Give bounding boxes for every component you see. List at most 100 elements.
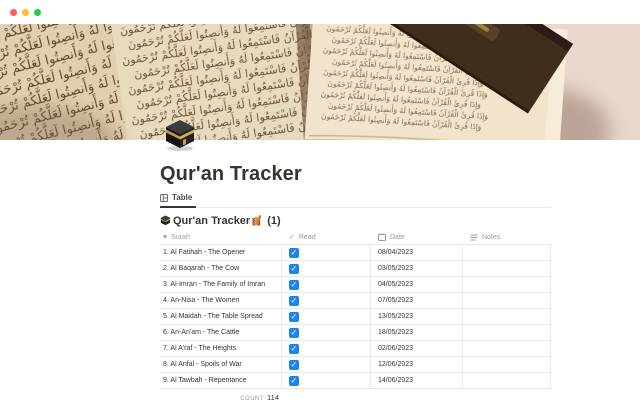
- tab-table-label: Table: [172, 193, 192, 202]
- browser-titlebar: [0, 0, 640, 24]
- read-checkbox[interactable]: ✓: [289, 360, 299, 370]
- date-value: 14/06/2023: [378, 377, 413, 384]
- surah-cell[interactable]: 5. Al Maidah - The Table Spread: [160, 309, 282, 324]
- notes-cell[interactable]: [463, 341, 551, 356]
- page-content: Qur'an Tracker Table Qur'an Tracker (1): [160, 140, 551, 405]
- notes-cell[interactable]: [463, 261, 551, 276]
- surah-title: 7. Al A'raf - The Heights: [163, 345, 236, 352]
- read-checkbox[interactable]: ✓: [289, 296, 299, 306]
- read-checkbox[interactable]: ✓: [289, 312, 299, 322]
- date-value: 04/05/2023: [378, 281, 413, 288]
- read-cell[interactable]: ✓: [282, 325, 371, 340]
- surah-cell[interactable]: 4. An-Nisa - The Women: [160, 293, 282, 308]
- date-cell[interactable]: 13/05/2023: [371, 309, 463, 324]
- calendar-icon: [378, 233, 386, 241]
- read-checkbox[interactable]: ✓: [289, 248, 299, 258]
- collection-count: (1): [267, 215, 280, 227]
- table-row[interactable]: 8. Al Anfal - Spoils of War ✓ 12/06/2023: [160, 357, 551, 373]
- minimize-window-button[interactable]: [22, 9, 29, 16]
- date-value: 13/05/2023: [378, 313, 413, 320]
- column-header-notes[interactable]: Notes: [463, 230, 551, 244]
- surah-title: 8. Al Anfal - Spoils of War: [163, 361, 242, 368]
- notes-cell[interactable]: [463, 373, 551, 388]
- date-value: 08/04/2023: [378, 249, 413, 256]
- surah-title: 5. Al Maidah - The Table Spread: [163, 313, 263, 320]
- surah-cell[interactable]: 8. Al Anfal - Spoils of War: [160, 357, 282, 372]
- read-cell[interactable]: ✓: [282, 373, 371, 388]
- read-checkbox[interactable]: ✓: [289, 264, 299, 274]
- table-body: 1. Al Fatihah - The Opener ✓ 08/04/2023 …: [160, 245, 551, 389]
- surah-cell[interactable]: 9. Al Tawbah - Repentance: [160, 373, 282, 388]
- table-footer-row: COUNT 114: [160, 389, 551, 405]
- collection-header: Qur'an Tracker (1): [160, 212, 551, 229]
- table-row[interactable]: 2. Al Baqarah - The Cow ✓ 03/05/2023: [160, 261, 551, 277]
- surah-cell[interactable]: 1. Al Fatihah - The Opener: [160, 245, 282, 260]
- table-row[interactable]: 1. Al Fatihah - The Opener ✓ 08/04/2023: [160, 245, 551, 261]
- read-checkbox[interactable]: ✓: [289, 328, 299, 338]
- date-cell[interactable]: 02/06/2023: [371, 341, 463, 356]
- table-row[interactable]: 4. An-Nisa - The Women ✓ 07/05/2023: [160, 293, 551, 309]
- date-cell[interactable]: 04/05/2023: [371, 277, 463, 292]
- column-header-date[interactable]: Date: [371, 230, 463, 244]
- read-cell[interactable]: ✓: [282, 277, 371, 292]
- read-cell[interactable]: ✓: [282, 341, 371, 356]
- notes-cell[interactable]: [463, 245, 551, 260]
- zoom-window-button[interactable]: [34, 9, 41, 16]
- notes-cell[interactable]: [463, 293, 551, 308]
- count-label: COUNT: [240, 396, 264, 402]
- date-value: 02/06/2023: [378, 345, 413, 352]
- read-cell[interactable]: ✓: [282, 357, 371, 372]
- column-header-read[interactable]: ✓ Read: [282, 230, 371, 244]
- close-window-button[interactable]: [10, 9, 17, 16]
- table-header-row: ♥ Surah ✓ Read Date: [160, 230, 551, 245]
- count-calculation[interactable]: COUNT 114: [160, 393, 282, 402]
- date-value: 12/06/2023: [378, 361, 413, 368]
- notes-cell[interactable]: [463, 277, 551, 292]
- date-cell[interactable]: 12/06/2023: [371, 357, 463, 372]
- surah-cell[interactable]: 3. Al-Imran - The Family of Imran: [160, 277, 282, 292]
- read-checkbox[interactable]: ✓: [289, 280, 299, 290]
- date-value: 18/05/2023: [378, 329, 413, 336]
- date-cell[interactable]: 18/05/2023: [371, 325, 463, 340]
- date-cell[interactable]: 14/06/2023: [371, 373, 463, 388]
- heart-icon: ♥: [163, 234, 167, 241]
- table-icon: [160, 194, 168, 202]
- read-checkbox[interactable]: ✓: [289, 344, 299, 354]
- surah-cell[interactable]: 6. An-An'am - The Cattle: [160, 325, 282, 340]
- read-checkbox[interactable]: ✓: [289, 376, 299, 386]
- read-cell[interactable]: ✓: [282, 261, 371, 276]
- table-row[interactable]: 9. Al Tawbah - Repentance ✓ 14/06/2023: [160, 373, 551, 389]
- collection-title: Qur'an Tracker: [173, 215, 250, 227]
- read-cell[interactable]: ✓: [282, 309, 371, 324]
- date-cell[interactable]: 03/05/2023: [371, 261, 463, 276]
- books-icon: [252, 215, 263, 226]
- read-cell[interactable]: ✓: [282, 245, 371, 260]
- table-row[interactable]: 3. Al-Imran - The Family of Imran ✓ 04/0…: [160, 277, 551, 293]
- date-cell[interactable]: 07/05/2023: [371, 293, 463, 308]
- surah-title: 2. Al Baqarah - The Cow: [163, 265, 239, 272]
- view-tab-bar: Table: [160, 191, 551, 208]
- notes-cell[interactable]: [463, 357, 551, 372]
- kaaba-icon: [163, 117, 197, 151]
- page-icon-kaaba[interactable]: [163, 117, 197, 151]
- table-row[interactable]: 7. Al A'raf - The Heights ✓ 02/06/2023: [160, 341, 551, 357]
- kaaba-icon: [160, 215, 171, 226]
- surah-cell[interactable]: 2. Al Baqarah - The Cow: [160, 261, 282, 276]
- notes-cell[interactable]: [463, 325, 551, 340]
- page-title[interactable]: Qur'an Tracker: [160, 140, 551, 186]
- check-icon: ✓: [289, 234, 295, 241]
- surah-title: 9. Al Tawbah - Repentance: [163, 377, 247, 384]
- table-row[interactable]: 6. An-An'am - The Cattle ✓ 18/05/2023: [160, 325, 551, 341]
- surah-title: 6. An-An'am - The Cattle: [163, 329, 239, 336]
- tab-table-view[interactable]: Table: [160, 191, 196, 208]
- surah-cell[interactable]: 7. Al A'raf - The Heights: [160, 341, 282, 356]
- surah-table: ♥ Surah ✓ Read Date: [160, 230, 551, 405]
- read-cell[interactable]: ✓: [282, 293, 371, 308]
- quran-cover-art: وَإِذَا قُرِئَ الْقُرْآنُ فَاسْتَمِعُوا …: [0, 24, 640, 140]
- notes-cell[interactable]: [463, 309, 551, 324]
- column-header-surah[interactable]: ♥ Surah: [160, 230, 282, 244]
- surah-title: 3. Al-Imran - The Family of Imran: [163, 281, 265, 288]
- table-row[interactable]: 5. Al Maidah - The Table Spread ✓ 13/05/…: [160, 309, 551, 325]
- date-cell[interactable]: 08/04/2023: [371, 245, 463, 260]
- surah-title: 4. An-Nisa - The Women: [163, 297, 239, 304]
